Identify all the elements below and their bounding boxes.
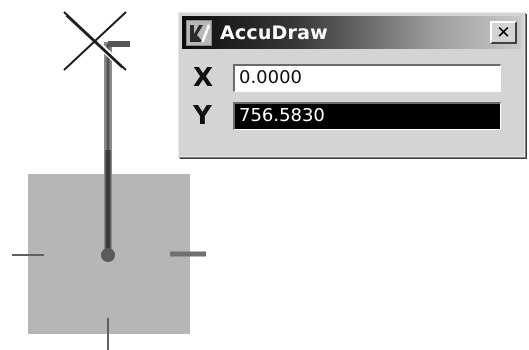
y-coordinate-input[interactable]: 756.5830: [233, 102, 501, 130]
x-axis-label: X: [193, 63, 214, 93]
close-button[interactable]: ✕: [490, 21, 517, 44]
compass-origin-point: [101, 248, 115, 262]
window-title: AccuDraw: [220, 22, 328, 44]
x-coordinate-input[interactable]: 0.0000: [233, 64, 501, 92]
accudraw-logo-icon: [186, 20, 212, 46]
y-field-row: Y 756.5830: [189, 100, 519, 132]
title-bar[interactable]: AccuDraw ✕: [182, 16, 521, 49]
close-icon: ✕: [496, 22, 511, 43]
x-field-row: X 0.0000: [189, 62, 519, 94]
y-axis-label: Y: [193, 101, 212, 131]
accudraw-window: AccuDraw ✕ X 0.0000 Y 756.5830: [178, 12, 525, 157]
